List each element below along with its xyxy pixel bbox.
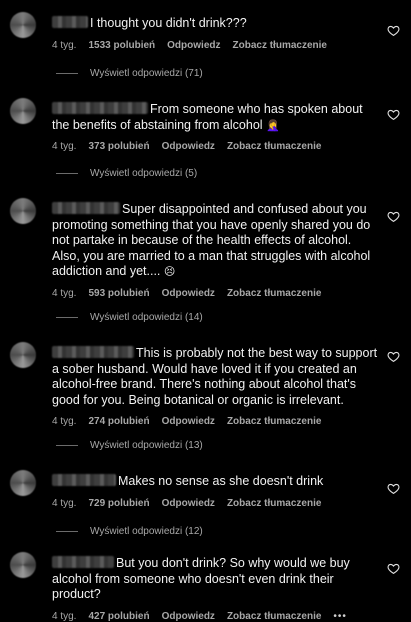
heart-outline-icon[interactable] — [387, 210, 400, 223]
comment-age: 4 tyg. — [52, 610, 77, 622]
persevering-face-emoji: 😣 — [163, 266, 176, 278]
view-replies-label: Wyświetl odpowiedzi (5) — [90, 168, 198, 179]
replies-divider — [56, 445, 78, 446]
heart-outline-icon[interactable] — [387, 350, 400, 363]
view-replies-button[interactable]: Wyświetl odpowiedzi (71) — [56, 68, 203, 79]
avatar[interactable] — [10, 342, 36, 368]
view-replies-button[interactable]: Wyświetl odpowiedzi (12) — [56, 526, 203, 537]
heart-outline-icon[interactable] — [387, 24, 400, 37]
reply-button[interactable]: Odpowiedz — [162, 498, 215, 509]
view-replies-label: Wyświetl odpowiedzi (14) — [90, 312, 203, 323]
comment-text: This is probably not the best way to sup… — [52, 346, 378, 407]
avatar[interactable] — [10, 470, 36, 496]
avatar[interactable] — [10, 552, 36, 578]
username-blurred[interactable] — [52, 202, 120, 214]
reply-button[interactable]: Odpowiedz — [162, 288, 215, 299]
heart-outline-icon[interactable] — [387, 482, 400, 495]
comment-meta: 4 tyg. 593 polubień Odpowiedz Zobacz tłu… — [52, 288, 380, 299]
reply-button[interactable]: Odpowiedz — [162, 141, 215, 152]
like-count[interactable]: 593 polubień — [88, 288, 149, 299]
username-blurred[interactable] — [52, 16, 88, 28]
see-translation-button[interactable]: Zobacz tłumaczenie — [227, 416, 321, 427]
see-translation-button[interactable]: Zobacz tłumaczenie — [227, 611, 321, 622]
comment-age: 4 tyg. — [52, 39, 77, 51]
comment-age: 4 tyg. — [52, 416, 77, 427]
comment-meta: 4 tyg. 1533 polubień Odpowiedz Zobacz tł… — [52, 40, 380, 51]
comment-text: From someone who has spoken about the be… — [52, 102, 363, 132]
reply-button[interactable]: Odpowiedz — [162, 611, 215, 622]
avatar[interactable] — [10, 198, 36, 224]
replies-divider — [56, 173, 78, 174]
comment-meta: 4 tyg. 373 polubień Odpowiedz Zobacz tłu… — [52, 141, 380, 152]
view-replies-button[interactable]: Wyświetl odpowiedzi (13) — [56, 440, 203, 451]
username-blurred[interactable] — [52, 474, 116, 486]
replies-divider — [56, 531, 78, 532]
like-count[interactable]: 373 polubień — [88, 141, 149, 152]
comment-meta: 4 tyg. 274 polubień Odpowiedz Zobacz tłu… — [52, 416, 380, 427]
replies-divider — [56, 317, 78, 318]
comment-text: Makes no sense as she doesn't drink — [52, 474, 380, 490]
comment-meta: 4 tyg. 729 polubień Odpowiedz Zobacz tłu… — [52, 498, 380, 509]
avatar[interactable] — [10, 98, 36, 124]
more-options-icon[interactable]: ••• — [333, 611, 347, 622]
comments-list: I thought you didn't drink??? 4 tyg. 153… — [0, 0, 411, 622]
comment-age: 4 tyg. — [52, 287, 77, 299]
facepalm-emoji: 🤦‍♀️ — [266, 119, 280, 132]
comment-age: 4 tyg. — [52, 141, 77, 152]
view-replies-label: Wyświetl odpowiedzi (12) — [90, 526, 203, 537]
heart-outline-icon[interactable] — [387, 108, 400, 121]
like-count[interactable]: 1533 polubień — [88, 40, 155, 51]
like-count[interactable]: 427 polubień — [88, 611, 149, 622]
avatar[interactable] — [10, 12, 36, 38]
see-translation-button[interactable]: Zobacz tłumaczenie — [233, 40, 327, 51]
view-replies-button[interactable]: Wyświetl odpowiedzi (5) — [56, 168, 197, 179]
username-blurred[interactable] — [52, 556, 114, 568]
view-replies-label: Wyświetl odpowiedzi (13) — [90, 440, 203, 451]
comment-text: Super disappointed and confused about yo… — [52, 202, 371, 278]
view-replies-button[interactable]: Wyświetl odpowiedzi (14) — [56, 312, 203, 323]
like-count[interactable]: 729 polubień — [88, 498, 149, 509]
comment-text: But you don't drink? So why would we buy… — [52, 556, 350, 601]
comment-text: I thought you didn't drink??? — [52, 16, 380, 32]
comment-age: 4 tyg. — [52, 497, 77, 509]
heart-outline-icon[interactable] — [387, 562, 400, 575]
see-translation-button[interactable]: Zobacz tłumaczenie — [227, 498, 321, 509]
comment-meta: 4 tyg. 427 polubień Odpowiedz Zobacz tłu… — [52, 611, 380, 622]
see-translation-button[interactable]: Zobacz tłumaczenie — [227, 288, 321, 299]
view-replies-label: Wyświetl odpowiedzi (71) — [90, 68, 203, 79]
see-translation-button[interactable]: Zobacz tłumaczenie — [227, 141, 321, 152]
username-blurred[interactable] — [52, 102, 148, 114]
like-count[interactable]: 274 polubień — [88, 416, 149, 427]
replies-divider — [56, 73, 78, 74]
reply-button[interactable]: Odpowiedz — [162, 416, 215, 427]
username-blurred[interactable] — [52, 346, 134, 358]
reply-button[interactable]: Odpowiedz — [167, 40, 220, 51]
